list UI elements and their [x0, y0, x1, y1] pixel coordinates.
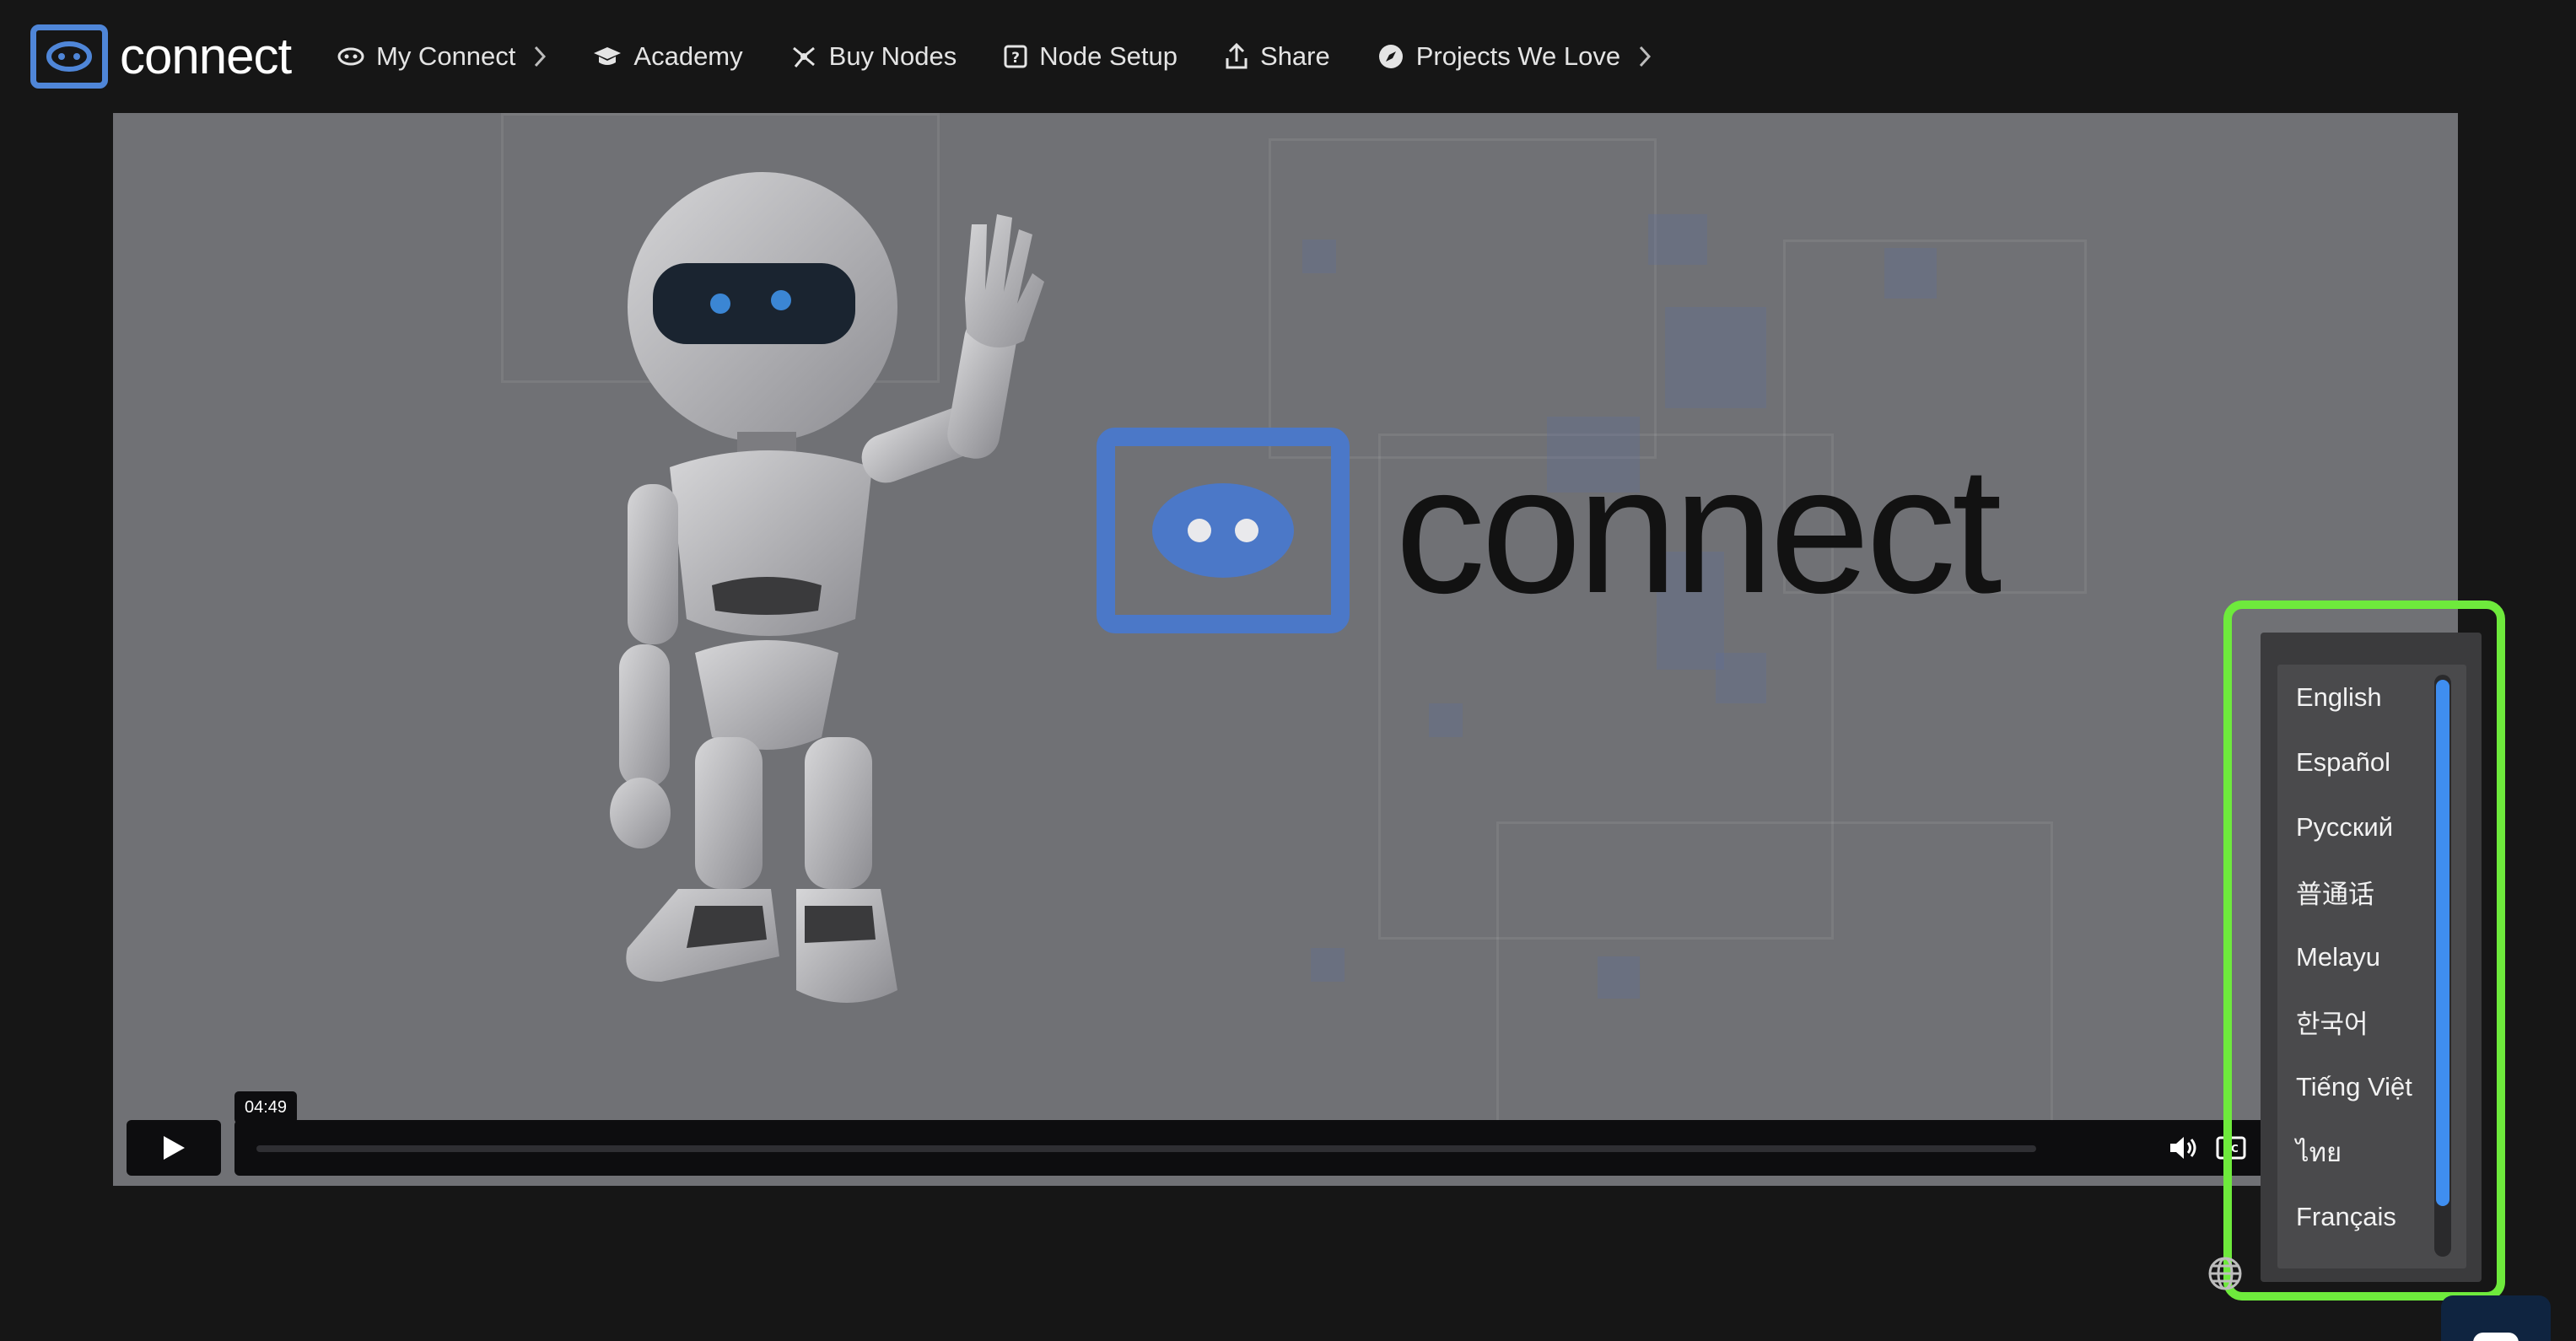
nav-my-connect[interactable]: My Connect — [337, 30, 547, 83]
svg-text:CC: CC — [2223, 1143, 2239, 1155]
video-controls: 04:49 CC — [127, 1091, 2438, 1176]
captions-icon[interactable]: CC — [2215, 1132, 2247, 1164]
nav-academy[interactable]: Academy — [593, 30, 743, 83]
play-button[interactable] — [127, 1120, 221, 1176]
share-upload-icon — [1225, 43, 1248, 70]
blueprint-decoration — [1302, 240, 1336, 273]
video-connect-logo: connect — [1097, 425, 2002, 636]
play-icon — [164, 1136, 185, 1160]
video-player[interactable]: connect 04:49 CC — [113, 113, 2458, 1186]
connect-logo-icon — [1097, 428, 1350, 633]
nav-buy-nodes[interactable]: Buy Nodes — [790, 30, 957, 83]
nav-node-setup-label: Node Setup — [1039, 41, 1178, 71]
eye-icon — [337, 47, 364, 66]
blueprint-decoration — [1269, 138, 1657, 459]
blueprint-decoration — [1648, 214, 1707, 265]
svg-text:?: ? — [1011, 50, 1020, 67]
language-scrollbar-thumb[interactable] — [2436, 680, 2449, 1206]
nav-projects-we-love[interactable]: Projects We Love — [1377, 30, 1652, 83]
nav-share-label: Share — [1260, 41, 1330, 71]
brand-logo[interactable]: connect — [30, 24, 292, 89]
volume-icon[interactable] — [2168, 1132, 2200, 1164]
main-nav: My Connect Academy Buy Nodes ? Node Setu… — [337, 30, 1698, 83]
blueprint-decoration — [1429, 703, 1463, 737]
chevron-right-icon — [1639, 46, 1652, 67]
blueprint-decoration — [1884, 248, 1937, 299]
blueprint-decoration — [1665, 307, 1766, 408]
chevron-right-icon — [534, 46, 547, 67]
nav-buy-nodes-label: Buy Nodes — [828, 41, 957, 71]
question-box-icon: ? — [1004, 45, 1027, 68]
nav-academy-label: Academy — [633, 41, 743, 71]
brand-name: connect — [120, 28, 292, 84]
video-logo-text: connect — [1395, 429, 2002, 631]
graduation-cap-icon — [593, 46, 622, 67]
top-navigation-bar: connect My Connect Academy Buy Nodes ? N… — [0, 0, 2576, 113]
compass-icon — [1377, 43, 1404, 70]
connect-logo-icon — [30, 24, 108, 89]
nodes-icon — [790, 45, 817, 68]
nav-node-setup[interactable]: ? Node Setup — [1004, 30, 1178, 83]
progress-scrubber[interactable] — [256, 1145, 2036, 1152]
blueprint-decoration — [1598, 956, 1640, 999]
blueprint-decoration — [1716, 653, 1766, 703]
blueprint-decoration — [1311, 948, 1345, 982]
time-tooltip: 04:49 — [234, 1091, 298, 1123]
nav-projects-we-love-label: Projects We Love — [1415, 41, 1621, 71]
chat-widget-button[interactable] — [2441, 1295, 2551, 1341]
globe-icon[interactable] — [2207, 1255, 2244, 1292]
nav-share[interactable]: Share — [1225, 30, 1330, 83]
chat-icon — [2473, 1333, 2519, 1341]
robot-illustration — [569, 147, 1125, 1062]
nav-my-connect-label: My Connect — [376, 41, 516, 71]
